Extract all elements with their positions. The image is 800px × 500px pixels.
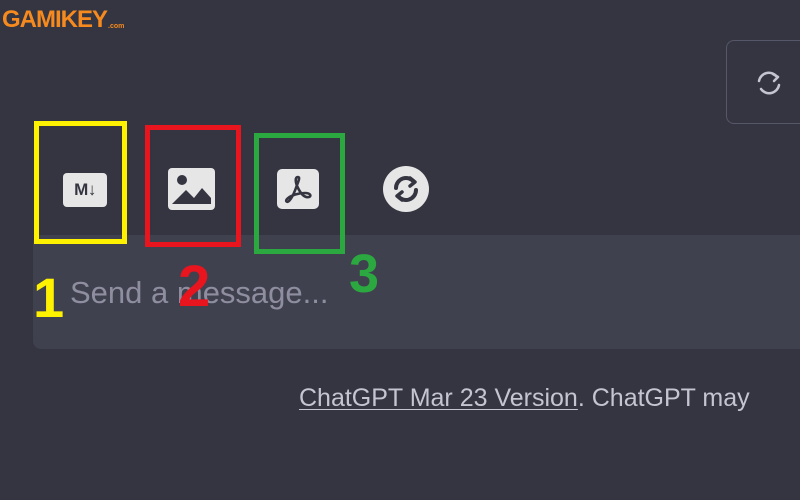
regenerate-icon — [757, 71, 781, 95]
highlight-box-2 — [145, 125, 241, 247]
highlight-box-3 — [254, 133, 345, 254]
regenerate-chip[interactable] — [726, 40, 800, 124]
highlight-box-1 — [34, 121, 127, 244]
annotation-number-1: 1 — [33, 266, 65, 329]
footer-disclaimer: ChatGPT Mar 23 Version. ChatGPT may — [299, 384, 750, 413]
watermark-logo: GAMIKEY .com — [2, 8, 124, 32]
message-input[interactable]: Send a message... — [33, 235, 800, 349]
watermark-suffix: .com — [108, 23, 125, 30]
refresh-icon — [394, 176, 418, 202]
watermark-brand: GAMIKEY — [2, 6, 108, 33]
version-link[interactable]: ChatGPT Mar 23 Version — [299, 384, 578, 412]
annotation-number-3: 3 — [349, 244, 380, 304]
footer-text: . ChatGPT may — [577, 384, 750, 412]
annotation-number-2: 2 — [178, 254, 211, 319]
share-refresh-button[interactable] — [383, 166, 429, 212]
